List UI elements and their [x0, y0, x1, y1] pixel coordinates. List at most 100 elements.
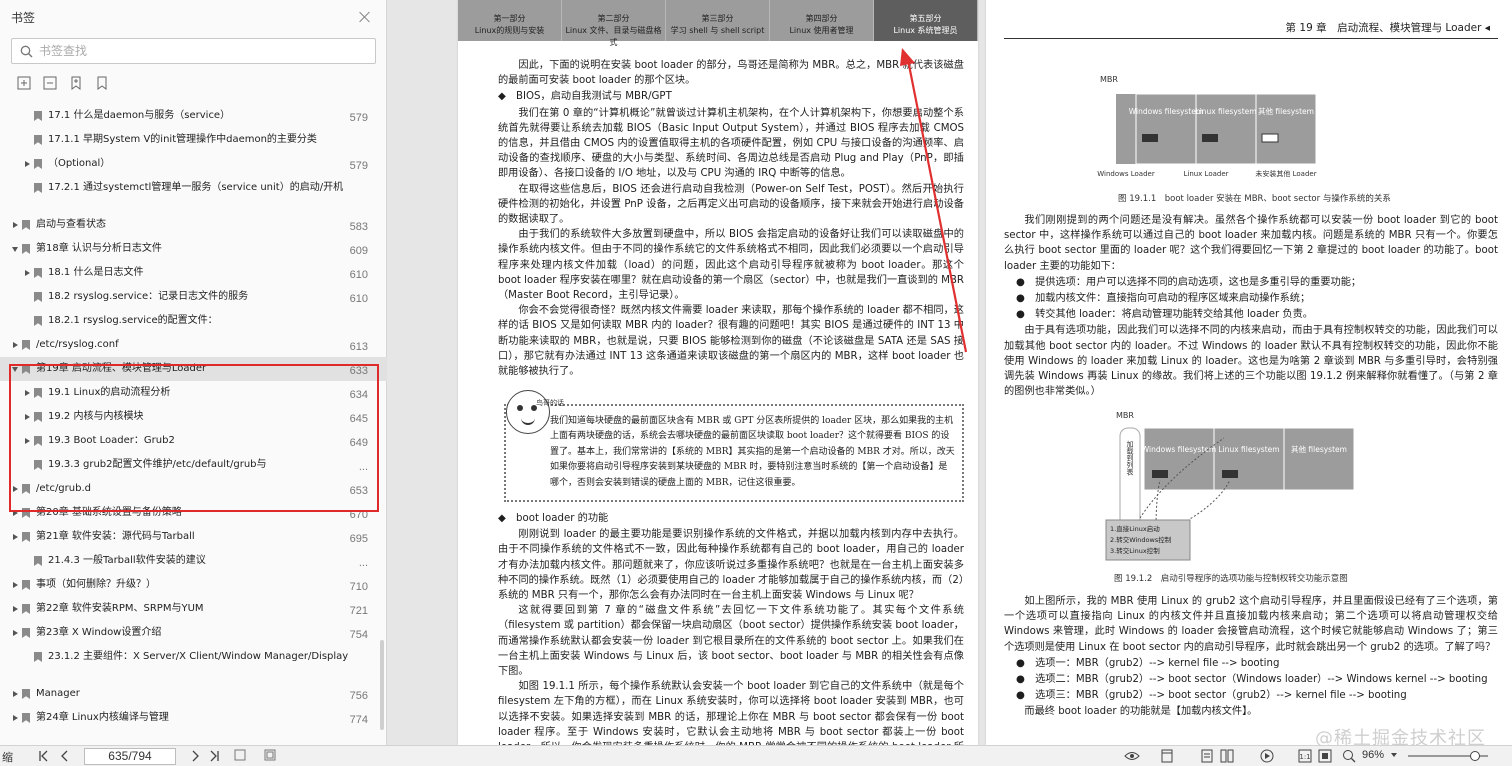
chevron-right-icon[interactable]: [22, 157, 32, 171]
bookmark-icon: [22, 532, 30, 542]
bookmark-item[interactable]: 19.1 Linux的启动流程分析 634: [0, 381, 387, 405]
bookmark-icon: [22, 340, 30, 350]
chevron-right-icon: [22, 314, 32, 328]
sidebar-scrollbar[interactable]: [380, 640, 384, 730]
bookmark-item[interactable]: /etc/grub.d 653: [0, 477, 387, 501]
close-icon[interactable]: [358, 10, 372, 24]
bookmark-item[interactable]: 17.1 什么是daemon与服务（service） 579: [0, 104, 387, 128]
bookmark-item[interactable]: /etc/rsyslog.conf 613: [0, 333, 387, 357]
collapse-all-icon[interactable]: [43, 76, 57, 90]
actual-size-icon[interactable]: 1:1: [1298, 749, 1312, 766]
next-page-icon[interactable]: [190, 749, 200, 766]
single-page-icon[interactable]: [1160, 749, 1174, 766]
bookmark-item[interactable]: 第18章 认识与分析日志文件 609: [0, 237, 387, 261]
bookmark-page-number: 579: [349, 160, 368, 172]
bookmark-search-box[interactable]: [11, 38, 376, 64]
bookmark-item[interactable]: 第20章 基础系统设置与备份策略 670: [0, 501, 387, 525]
chevron-down-icon[interactable]: [10, 362, 20, 376]
bookmark-page-number: 695: [349, 533, 368, 545]
bookmark-icon: [22, 628, 30, 638]
add-bookmark-icon[interactable]: [69, 76, 83, 90]
bookmark-item[interactable]: 19.3.3 grub2配置文件维护/etc/default/grub与...: [0, 453, 387, 477]
bookmark-label: 第18章 认识与分析日志文件: [36, 243, 162, 254]
chevron-right-icon: [22, 181, 32, 195]
zoom-level[interactable]: 96%: [1362, 749, 1384, 761]
bookmark-item[interactable]: 第24章 Linux内核编译与管理 774: [0, 706, 387, 730]
chevron-down-icon[interactable]: [10, 242, 20, 256]
prev-page-icon[interactable]: [60, 749, 70, 766]
bookmark-label: 18.1 什么是日志文件: [48, 267, 144, 278]
bookmark-icon: [22, 364, 30, 374]
bookmark-label: 19.1 Linux的启动流程分析: [48, 387, 171, 398]
bookmark-item[interactable]: 21.4.3 一般Tarball软件安装的建议...: [0, 549, 387, 573]
bookmark-item[interactable]: 19.3 Boot Loader：Grub2 649: [0, 429, 387, 453]
bookmark-item[interactable]: 18.2 rsyslog.service：记录日志文件的服务 610: [0, 285, 387, 309]
bookmark-page-number: ...: [358, 461, 368, 473]
bookmark-icon: [34, 460, 42, 470]
zoom-slider-handle[interactable]: [1470, 751, 1480, 761]
bookmark-item[interactable]: 23.1.2 主要组件：X Server/X Client/Window Man…: [0, 645, 387, 682]
bookmark-page-number: 754: [349, 629, 368, 641]
play-icon[interactable]: [1260, 749, 1274, 766]
chevron-right-icon[interactable]: [10, 338, 20, 352]
bottom-toolbar: 缩 635/794 1:1 96%: [0, 745, 1512, 766]
continuous-page-icon[interactable]: [1200, 749, 1214, 766]
chevron-right-icon[interactable]: [10, 506, 20, 520]
bookmark-item[interactable]: 第19章 启动流程、模块管理与Loader 633: [0, 357, 387, 381]
eye-icon[interactable]: [1124, 749, 1140, 766]
document-view: 第一部分 Linux的规则与安装 第二部分 Linux 文件、目录与磁盘格式 第三部…: [388, 0, 1512, 745]
bookmark-label: 第20章 基础系统设置与备份策略: [36, 507, 182, 518]
bookmark-item[interactable]: 第22章 软件安装RPM、SRPM与YUM 721: [0, 597, 387, 621]
bookmark-page-number: 609: [349, 245, 368, 257]
chevron-right-icon[interactable]: [22, 266, 32, 280]
bookmark-icon: [22, 220, 30, 230]
bookmark-page-number: ...: [358, 557, 368, 569]
bookmark-item[interactable]: （Optional） 579: [0, 152, 387, 176]
chevron-right-icon[interactable]: [22, 434, 32, 448]
search-icon: [20, 45, 33, 57]
chevron-right-icon[interactable]: [22, 410, 32, 424]
bookmark-label: 事项（如何删除？升级？）: [36, 579, 156, 590]
page-number-input[interactable]: 635/794: [84, 748, 176, 765]
chevron-right-icon[interactable]: [10, 482, 20, 496]
bookmark-page-number: 610: [349, 269, 368, 281]
bookmark-search-input[interactable]: [39, 44, 339, 58]
expand-all-icon[interactable]: [17, 76, 31, 90]
bookmark-item[interactable]: 18.1 什么是日志文件 610: [0, 261, 387, 285]
bookmark-item[interactable]: 事项（如何删除？升级？） 710: [0, 573, 387, 597]
bookmark-page-number: 653: [349, 485, 368, 497]
bookmark-panel-title: 书签: [11, 10, 36, 25]
bookmark-page-number: 721: [349, 605, 368, 617]
bookmark-item[interactable]: 第21章 软件安装：源代码与Tarball 695: [0, 525, 387, 549]
bookmark-label: 第22章 软件安装RPM、SRPM与YUM: [36, 603, 204, 614]
zoom-out-icon[interactable]: [1342, 749, 1356, 766]
toolbar-left-label[interactable]: 缩: [2, 749, 13, 765]
chevron-right-icon[interactable]: [10, 218, 20, 232]
fit-page-icon[interactable]: [264, 749, 276, 764]
bookmark-page-number: 710: [349, 581, 368, 593]
bookmark-item[interactable]: 17.1.1 早期System V的init管理操作中daemon的主要分类: [0, 128, 387, 152]
two-page-icon[interactable]: [1220, 749, 1234, 766]
chevron-right-icon[interactable]: [10, 711, 20, 725]
bookmark-item[interactable]: Manager 756: [0, 682, 387, 706]
fit-icon[interactable]: [1318, 749, 1332, 766]
fit-width-icon[interactable]: [234, 749, 246, 764]
bookmark-item[interactable]: 启动与查看状态 583: [0, 213, 387, 237]
last-page-icon[interactable]: [208, 749, 220, 766]
bookmark-item[interactable]: 第23章 X Window设置介绍 754: [0, 621, 387, 645]
chevron-right-icon[interactable]: [22, 386, 32, 400]
zoom-dropdown-icon[interactable]: [1390, 749, 1398, 764]
bookmark-item[interactable]: 18.2.1 rsyslog.service的配置文件：: [0, 309, 387, 333]
bookmark-item[interactable]: 17.2.1 通过systemctl管理单一服务（service unit）的启…: [0, 176, 387, 213]
chevron-right-icon[interactable]: [10, 626, 20, 640]
svg-text:1:1: 1:1: [1299, 753, 1310, 761]
chevron-right-icon: [22, 133, 32, 147]
bookmark-item[interactable]: 19.2 内核与内核模块 645: [0, 405, 387, 429]
chevron-right-icon[interactable]: [10, 578, 20, 592]
bookmark-icon[interactable]: [95, 76, 109, 90]
chevron-right-icon[interactable]: [10, 602, 20, 616]
first-page-icon[interactable]: [38, 749, 50, 766]
chevron-right-icon[interactable]: [10, 687, 20, 701]
bookmark-label: Manager: [36, 688, 80, 699]
chevron-right-icon[interactable]: [10, 530, 20, 544]
